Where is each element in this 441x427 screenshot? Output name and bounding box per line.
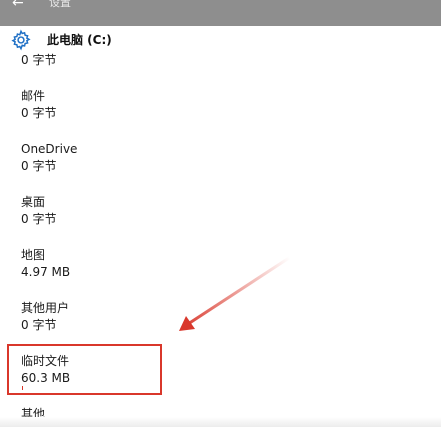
list-item-name: 地图: [21, 248, 46, 262]
list-item-size-partial: 0 字节: [21, 53, 57, 67]
list-item-name: OneDrive: [21, 142, 78, 156]
list-item-size: 0 字节: [21, 106, 57, 120]
list-item-name: 其他用户: [21, 301, 70, 315]
list-item-size: 4.97 MB: [21, 265, 71, 279]
list-item-size: 0 字节: [21, 159, 57, 173]
bottom-edge: [0, 417, 441, 427]
text-cursor-mark: [22, 386, 23, 390]
list-item-name: 邮件: [21, 89, 46, 103]
list-item-size: 0 字节: [21, 318, 57, 332]
list-item-name: 桌面: [21, 195, 46, 209]
list-item-size: 0 字节: [21, 212, 57, 226]
annotation-highlight-box: [7, 344, 162, 395]
